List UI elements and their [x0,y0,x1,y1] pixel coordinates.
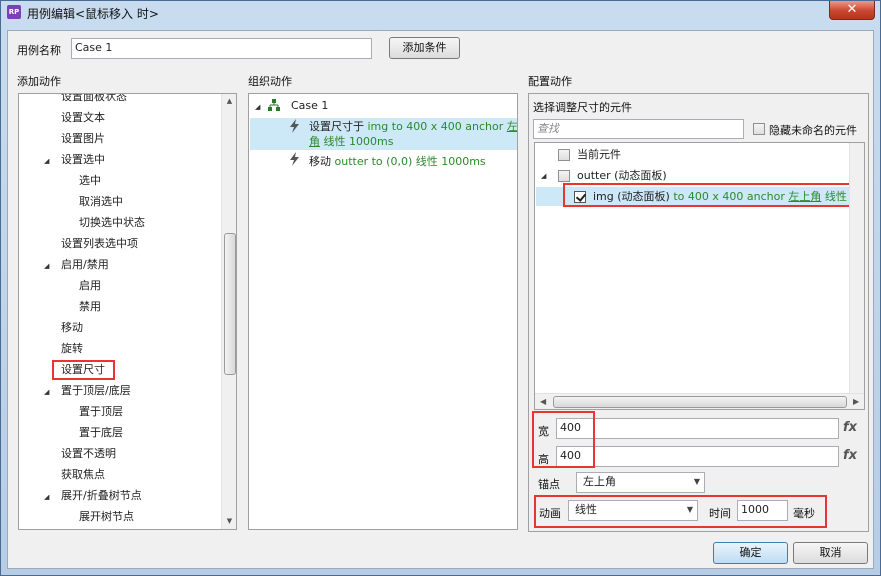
add-action-item[interactable]: 移动 [61,318,83,338]
current-widget-checkbox[interactable] [558,149,570,161]
organize-actions-tree[interactable]: ◢ Case 1 设置尺寸于 img to 400 x 400 anchor 左… [248,93,518,530]
current-widget-label: 当前元件 [577,148,621,161]
config-subheader: 选择调整尺寸的元件 [533,101,632,114]
app-icon: RP [7,5,21,19]
action-lightning-icon [289,152,301,166]
add-actions-header: 添加动作 [17,75,61,88]
hscroll-thumb[interactable] [553,396,847,408]
add-action-item[interactable]: 展开/折叠树节点 [61,486,142,506]
add-action-item[interactable]: 设置不透明 [61,444,116,464]
add-actions-scrollbar[interactable]: ▲ ▼ [221,94,236,529]
add-action-item[interactable]: 获取焦点 [61,465,105,485]
add-action-item[interactable]: 选中 [79,171,101,191]
tree-expand-icon[interactable]: ◢ [44,157,49,165]
scroll-thumb[interactable] [224,233,236,375]
scroll-up-icon[interactable]: ▲ [222,97,236,105]
hide-unnamed-checkbox[interactable] [753,123,765,135]
tree-expand-icon[interactable]: ◢ [44,388,49,396]
width-fx-button[interactable]: fx [843,420,857,435]
highlight-animation-fields [534,495,827,528]
tree-expand-icon[interactable]: ◢ [44,262,49,270]
highlight-img-row [563,183,864,207]
config-panel: 选择调整尺寸的元件 查找 隐藏未命名的元件 当前元件 ◢ outter (动态面… [528,93,869,532]
case-label[interactable]: Case 1 [291,96,328,116]
add-actions-tree[interactable]: 设置面板状态 设置文本 设置图片 ◢ 设置选中 选中 取消选中 切换选中状态 设置列表选中项 ◢ 启… [18,93,237,530]
case-collapse-icon[interactable]: ◢ [255,103,260,111]
outter-checkbox[interactable] [558,170,570,182]
highlight-size-fields [532,411,595,468]
ok-button[interactable]: 确定 [713,542,788,564]
case-icon [268,99,280,111]
add-action-item[interactable]: 设置选中 [61,150,105,170]
action-move-text[interactable]: 移动 outter to (0,0) 线性 1000ms [309,153,486,169]
add-action-item[interactable]: 启用 [79,276,101,296]
widget-tree-vscroll[interactable] [849,143,864,393]
height-fx-button[interactable]: fx [843,448,857,463]
tree-expand-icon[interactable]: ◢ [44,493,49,501]
search-input[interactable]: 查找 [533,119,744,139]
case-name-label: 用例名称 [17,44,61,57]
chevron-down-icon: ▼ [693,477,700,486]
anchor-label: 锚点 [538,478,560,491]
outter-collapse-icon[interactable]: ◢ [541,172,546,180]
add-action-item[interactable]: 置于顶层/底层 [61,381,131,401]
action-set-size-text: 设置尺寸于 img to 400 x 400 anchor 左上 角 线性 10… [309,120,518,148]
close-button[interactable]: ✕ [829,1,875,20]
title-bar[interactable]: RP 用例编辑<鼠标移入 时> ✕ [1,1,881,23]
width-input[interactable]: 400 [556,418,839,439]
case-name-input[interactable]: Case 1 [71,38,372,59]
scroll-right-icon[interactable]: ▶ [853,397,859,406]
add-condition-button[interactable]: 添加条件 [389,37,460,59]
scroll-down-icon[interactable]: ▼ [222,517,236,525]
add-action-item[interactable]: 置于顶层 [79,402,123,422]
add-action-item[interactable]: 设置图片 [61,129,105,149]
widget-tree-hscroll[interactable]: ◀ ▶ [535,393,864,409]
widget-tree[interactable]: 当前元件 ◢ outter (动态面板) img (动态面板) to 400 x… [534,142,865,410]
add-action-item[interactable]: 展开树节点 [79,507,134,527]
cancel-button[interactable]: 取消 [793,542,868,564]
highlight-set-size [52,360,115,380]
config-actions-header: 配置动作 [528,75,572,88]
add-action-item[interactable]: 启用/禁用 [61,255,109,275]
add-action-item[interactable]: 取消选中 [79,192,123,212]
add-action-item[interactable]: 设置列表选中项 [61,234,138,254]
hide-unnamed-label: 隐藏未命名的元件 [769,124,857,137]
window-title: 用例编辑<鼠标移入 时> [27,7,159,21]
scroll-left-icon[interactable]: ◀ [540,397,546,406]
add-action-item[interactable]: 切换选中状态 [79,213,145,233]
height-input[interactable]: 400 [556,446,839,467]
dialog-client: 用例名称 Case 1 添加条件 添加动作 组织动作 配置动作 设置面板状态 设置… [7,30,874,569]
close-icon: ✕ [846,2,858,17]
add-action-item[interactable]: 置于底层 [79,423,123,443]
add-action-item[interactable]: 设置面板状态 [61,94,127,107]
add-action-item[interactable]: 禁用 [79,297,101,317]
organize-actions-header: 组织动作 [248,75,292,88]
action-lightning-icon [289,119,301,133]
add-action-item[interactable]: 旋转 [61,339,83,359]
add-action-item[interactable]: 设置文本 [61,108,105,128]
anchor-select[interactable]: 左上角 ▼ [576,472,705,493]
